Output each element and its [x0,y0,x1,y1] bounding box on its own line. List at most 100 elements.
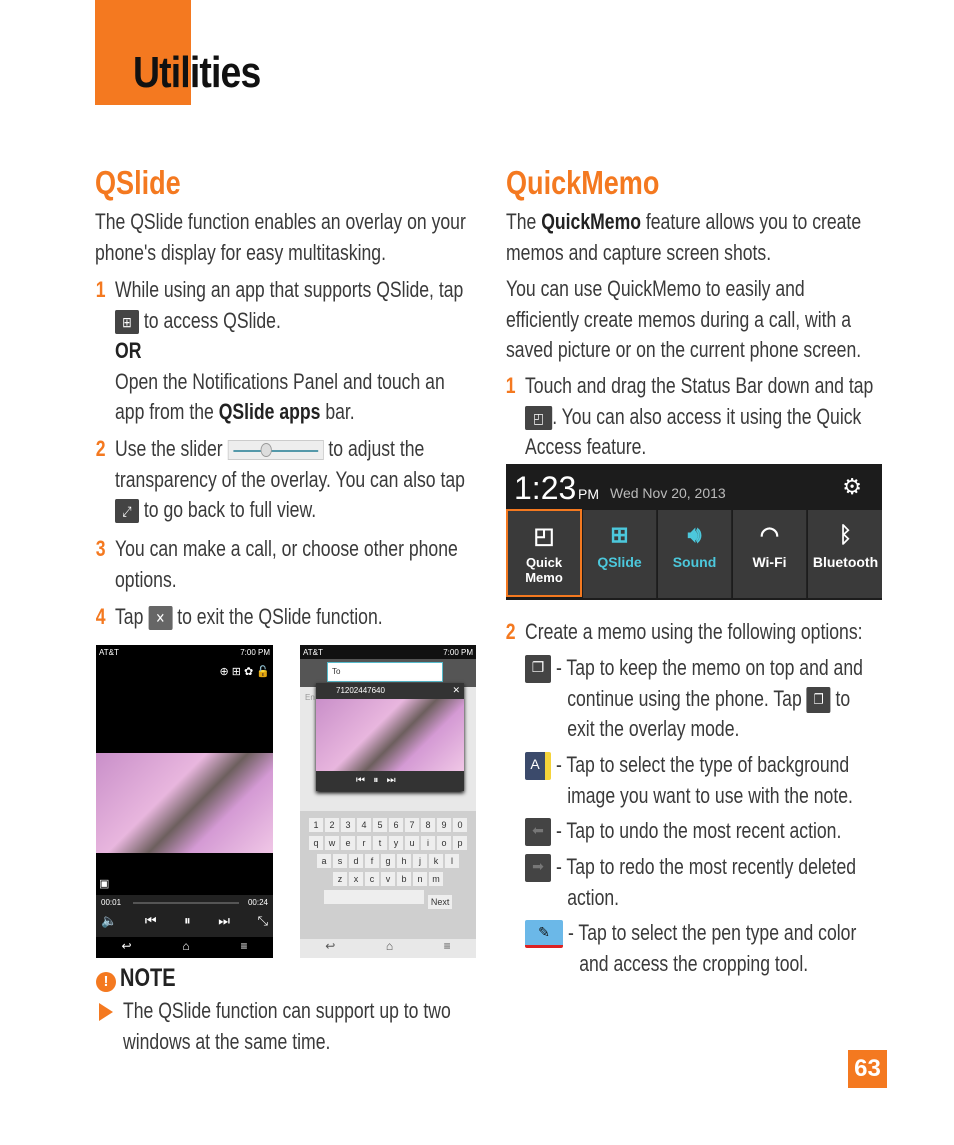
text: feature allows you to create [640,209,862,234]
tile-label: Bluetooth [812,554,879,570]
next-key[interactable]: Next [428,895,453,909]
text-line: to go back to full view. [143,497,317,522]
key[interactable]: g [381,854,395,868]
key[interactable]: e [341,836,355,850]
tile-label: QSlide [597,554,642,570]
key[interactable]: s [333,854,347,868]
tile-label: Wi-Fi [752,554,787,570]
key[interactable]: 4 [357,818,371,832]
tile-sound[interactable]: 🔊︎ Sound [658,510,732,598]
video-screenshot: AT&T 7:00 PM ⊕ ⊞ ✿ 🔓 ▣ 00:01 00:24 🔈 ⏮ ⏸ ⏭ ⤡… [96,645,273,958]
key[interactable]: v [381,872,395,886]
text-line: image you want to use with the note. [567,782,853,808]
space-key[interactable] [323,890,424,904]
qslide-icon: ⊞ [115,309,139,334]
key[interactable]: 8 [421,818,435,832]
tile-bluetooth[interactable]: ᛒ Bluetooth [808,510,882,598]
key[interactable]: 7 [405,818,419,832]
quickmemo-step-1: 1 Touch and drag the Status Bar down and… [506,371,893,463]
key[interactable]: t [373,836,387,850]
text-line: saved picture or on the current phone sc… [506,337,862,362]
option-pen: - Tap to select the pen type and color a… [568,918,904,979]
text-line: Touch and drag the Status Bar down and t… [525,373,874,398]
warning-icon: ! [96,972,116,992]
key[interactable]: j [413,854,427,868]
key[interactable]: m [429,872,443,886]
key[interactable]: w [325,836,339,850]
video-frame [96,753,273,853]
key[interactable]: 0 [453,818,467,832]
bluetooth-icon: ᛒ [838,522,853,547]
key[interactable]: i [421,836,435,850]
key[interactable]: b [397,872,411,886]
key[interactable]: 2 [325,818,339,832]
panel-date: Wed Nov 20, 2013 [610,485,726,501]
settings-gear-icon[interactable]: ⚙ [842,474,862,500]
key[interactable]: h [397,854,411,868]
tile-wifi[interactable]: ◠ Wi-Fi [733,510,807,598]
key[interactable]: 5 [373,818,387,832]
to-field: To [327,662,443,682]
undo-icon: ⬅ [525,818,551,846]
key[interactable]: 3 [341,818,355,832]
option-background: - Tap to select the type of background i… [556,750,892,811]
quickmemo-bold: QuickMemo [541,209,641,234]
text: The [506,209,542,234]
key[interactable]: x [349,872,363,886]
key[interactable]: u [405,836,419,850]
tile-qslide[interactable]: ⊞ QSlide [583,510,657,598]
text-line: Create a memo using the following option… [525,619,863,644]
text-line: Open the Notifications Panel and touch a… [115,368,445,394]
message-field: En [305,693,315,702]
key[interactable]: q [309,836,323,850]
key[interactable]: p [453,836,467,850]
qslide-heading: QSlide [95,164,181,201]
panel-time: 1:23 [514,470,577,506]
key[interactable]: 6 [389,818,403,832]
player-controls: 🔈 ⏮ ⏸ ⏭ ⤡ [101,913,268,928]
page-number: 63 [848,1050,887,1088]
carrier-label: AT&T [303,648,323,657]
text-line: windows at the same time. [123,1028,331,1054]
text-line: You can make a call, or choose other pho… [115,536,458,561]
key[interactable]: c [365,872,379,886]
full-view-icon: ⤢ [115,499,139,524]
text-line: Access feature. [525,434,647,459]
tile-quick-memo[interactable]: ◰ Quick Memo [506,509,582,597]
key[interactable]: k [429,854,443,868]
key[interactable]: f [365,854,379,868]
clock: 7:00 PM [240,648,270,657]
keyboard[interactable]: 1234567890 qwertyuiop asdfghjkl zxcvbnm Nex… [300,811,476,939]
key[interactable]: 1 [309,818,323,832]
key[interactable]: n [413,872,427,886]
key[interactable]: y [389,836,403,850]
qslide-step-1: 1 While using an app that supports QSlid… [96,275,483,428]
key[interactable]: z [333,872,347,886]
text-line: app from the [115,399,219,424]
messaging-screenshot: AT&T 7:00 PM To En 71202447640 ✕ ⏮ ⏸ ⏭ 1… [300,645,476,958]
quickmemo-heading: QuickMemo [506,164,660,201]
quickmemo-step-2: 2 Create a memo using the following opti… [506,617,893,648]
key[interactable]: 9 [437,818,451,832]
text-line: and access the cropping tool. [579,950,809,976]
video-toolbar-icons: ⊕ ⊞ ✿ 🔓 [219,666,270,678]
qslide-step-2: 2 Use the slider to adjust the transpare… [96,434,483,526]
notification-panel: 1:23 PM Wed Nov 20, 2013 ⚙ ◰ Quick Memo ⊞… [506,464,882,600]
text-line: While using an app that supports QSlide,… [115,277,464,302]
key[interactable]: l [445,854,459,868]
key[interactable]: r [357,836,371,850]
option-redo: - Tap to redo the most recently deleted … [556,852,892,913]
key[interactable]: d [349,854,363,868]
note-label: NOTE [120,964,177,992]
capture-icon: ▣ [99,878,110,890]
key[interactable]: a [317,854,331,868]
key[interactable]: o [437,836,451,850]
text-line: The QSlide function can support up to tw… [123,998,451,1023]
note-text: The QSlide function can support up to tw… [123,996,475,1057]
option-overlay: - Tap to keep the memo on top and and co… [556,653,892,745]
qslide-icon: ⊞ [610,522,629,547]
text-line: Tap [115,604,144,629]
text-line: to exit the QSlide function. [177,604,383,629]
panel-ampm: PM [578,486,599,502]
quickmemo-intro: The QuickMemo feature allows you to crea… [506,207,898,366]
